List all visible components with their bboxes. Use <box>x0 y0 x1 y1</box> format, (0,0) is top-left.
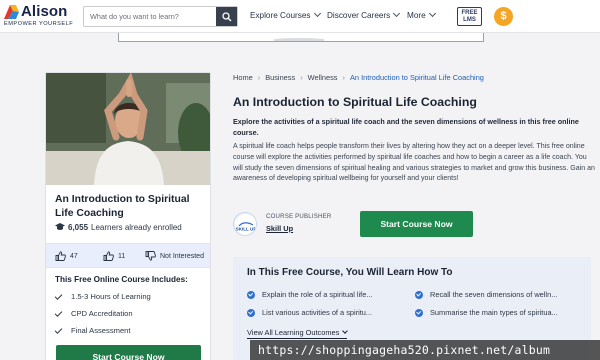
enrolled-label: Learners already enrolled <box>91 223 182 232</box>
include-item-label: 1.5-3 Hours of Learning <box>71 292 151 301</box>
include-item-label: CPD Accreditation <box>71 309 133 318</box>
chevron-down-icon <box>393 9 401 18</box>
dislike-button[interactable]: 11 <box>103 251 125 261</box>
course-subtitle: Explore the activities of a spiritual li… <box>233 117 579 137</box>
include-item: Final Assessment <box>54 325 131 335</box>
breadcrumb-separator-icon: › <box>257 73 261 82</box>
thumbs-up-icon <box>55 251 66 261</box>
not-interested-label: Not Interested <box>160 252 204 260</box>
nav-more-label: More <box>407 11 426 20</box>
logo-name: Alison <box>21 3 68 20</box>
watermark: https://shoppingageha520.pixnet.net/albu… <box>250 340 600 360</box>
course-photo <box>46 73 210 185</box>
check-icon <box>54 325 63 334</box>
enrolled-count-row: 6,055 Learners already enrolled <box>55 223 182 232</box>
breadcrumb-separator-icon: › <box>300 73 303 82</box>
nav-discover-careers[interactable]: Discover Careers <box>327 9 401 20</box>
not-interested-button[interactable]: Not Interested <box>145 251 204 261</box>
search-box <box>83 6 238 27</box>
nav-explore-courses-label: Explore Courses <box>250 11 311 20</box>
check-circle-icon <box>247 290 255 299</box>
skill-up-logo-icon: SKILL UP <box>235 214 257 235</box>
publisher-logo[interactable]: SKILL UP <box>233 212 257 236</box>
outcome-label: Explain the role of a spiritual life... <box>262 290 373 299</box>
breadcrumb-home[interactable]: Home <box>233 73 253 82</box>
chevron-down-icon <box>342 328 349 334</box>
outcome-item: List various activities of a spiritu... <box>247 308 372 317</box>
enrolled-count: 6,055 <box>68 223 89 232</box>
graduation-cap-icon <box>55 223 65 230</box>
dislike-count: 11 <box>118 252 126 260</box>
logo-tagline: EMPOWER YOURSELF <box>4 21 74 27</box>
breadcrumb-wellness[interactable]: Wellness <box>308 73 338 82</box>
outcome-item: Explain the role of a spiritual life... <box>247 290 373 299</box>
include-item-label: Final Assessment <box>71 326 131 335</box>
view-all-outcomes-label: View All Learning Outcomes <box>247 328 340 337</box>
card-start-course-button[interactable]: Start Course Now <box>56 345 201 360</box>
publisher-name[interactable]: Skill Up <box>266 224 293 233</box>
nav-more[interactable]: More <box>407 9 436 20</box>
check-circle-icon <box>415 290 423 299</box>
breadcrumb: Home › Business › Wellness › An Introduction t… <box>233 73 484 82</box>
outcome-item: Summarise the main types of spiritua... <box>415 308 558 317</box>
search-icon <box>221 11 231 21</box>
outcome-item: Recall the seven dimensions of welln... <box>415 290 557 299</box>
free-lms-button[interactable]: FREE LMS <box>457 7 482 26</box>
view-all-outcomes-link[interactable]: View All Learning Outcomes <box>247 328 349 339</box>
nav-discover-careers-label: Discover Careers <box>327 11 391 20</box>
course-card: An Introduction to Spiritual Life Coachi… <box>45 72 211 360</box>
outcome-label: Recall the seven dimensions of welln... <box>430 290 558 299</box>
check-circle-icon <box>415 308 423 317</box>
include-item: 1.5-3 Hours of Learning <box>54 291 151 301</box>
check-circle-icon <box>247 308 255 317</box>
breadcrumb-current: An Introduction to Spiritual Life Coachi… <box>349 73 484 82</box>
thumbs-down-icon <box>145 251 156 261</box>
publisher-logo-text: SKILL UP <box>236 227 257 232</box>
include-item: CPD Accreditation <box>54 308 133 318</box>
check-icon <box>54 291 63 300</box>
chevron-down-icon <box>428 9 436 18</box>
start-course-button[interactable]: Start Course Now <box>360 211 473 237</box>
alison-logo-icon <box>4 5 19 19</box>
breadcrumb-business[interactable]: Business <box>265 73 295 82</box>
outcome-label: Summarise the main types of spiritua... <box>430 308 558 317</box>
search-input[interactable] <box>84 7 218 26</box>
like-button[interactable]: 47 <box>55 251 78 261</box>
course-hero-image <box>46 73 210 185</box>
publisher-label: COURSE PUBLISHER <box>266 213 332 220</box>
includes-title: This Free Online Course Includes: <box>55 275 188 284</box>
search-button[interactable] <box>216 7 237 26</box>
top-banner <box>118 33 484 42</box>
page-title: An Introduction to Spiritual Life Coachi… <box>233 95 477 109</box>
like-count: 47 <box>70 252 78 260</box>
check-icon <box>54 308 63 317</box>
thumbs-up-outline-icon <box>103 251 114 261</box>
course-description: A spiritual life coach helps people tran… <box>233 143 595 183</box>
free-lms-line2: LMS <box>463 17 476 23</box>
learning-outcomes-title: In This Free Course, You Will Learn How … <box>247 267 453 278</box>
premium-coin-icon[interactable]: $ <box>494 7 513 26</box>
outcome-label: List various activities of a spiritu... <box>262 308 373 317</box>
free-lms-line1: FREE <box>461 10 478 16</box>
site-header: Alison EMPOWER YOURSELF Explore Courses … <box>0 0 600 33</box>
banner-decoration <box>274 38 324 41</box>
breadcrumb-separator-icon: › <box>342 73 345 82</box>
nav-explore-courses[interactable]: Explore Courses <box>250 9 321 20</box>
chevron-down-icon <box>313 9 321 18</box>
feedback-bar: 47 11 Not Interested <box>46 243 210 268</box>
card-course-title[interactable]: An Introduction to Spiritual Life Coachi… <box>55 193 205 220</box>
